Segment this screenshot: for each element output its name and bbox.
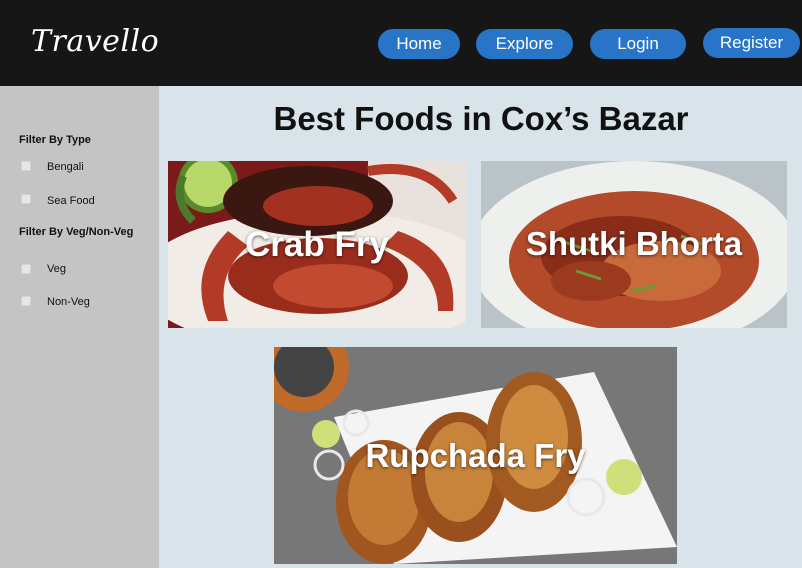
sea-food-label[interactable]: Sea Food <box>47 195 95 207</box>
sea-food-checkbox[interactable] <box>21 194 31 204</box>
home-button[interactable]: Home <box>378 29 460 59</box>
bengali-checkbox[interactable] <box>21 161 31 171</box>
crab-fry-label: Crab Fry <box>245 225 389 264</box>
login-button[interactable]: Login <box>590 29 686 59</box>
food-card-crab-fry[interactable]: Crab Fry <box>168 161 466 328</box>
page-title: Best Foods in Cox’s Bazar <box>273 100 689 137</box>
veg-checkbox[interactable] <box>21 264 31 274</box>
shutki-bhorta-label: Shutki Bhorta <box>525 225 743 262</box>
bengali-label[interactable]: Bengali <box>47 161 84 173</box>
veg-label[interactable]: Veg <box>47 263 66 275</box>
food-card-rupchada-fry[interactable]: Rupchada Fry <box>274 347 677 564</box>
food-card-shutki-bhorta[interactable]: Shutki Bhorta <box>481 161 787 328</box>
top-navbar: Travello Home Explore Login Register <box>0 0 802 86</box>
rupchada-fry-label: Rupchada Fry <box>365 437 586 474</box>
non-veg-label[interactable]: Non-Veg <box>47 296 90 308</box>
register-button[interactable]: Register <box>703 28 800 58</box>
non-veg-checkbox[interactable] <box>21 296 31 306</box>
explore-button[interactable]: Explore <box>476 29 573 59</box>
filter-by-veg-heading: Filter By Veg/Non-Veg <box>19 226 134 238</box>
filter-sidebar: Filter By Type Bengali Sea Food Filter B… <box>0 86 159 568</box>
filter-by-type-heading: Filter By Type <box>19 134 91 146</box>
logo[interactable]: Travello <box>31 24 159 59</box>
